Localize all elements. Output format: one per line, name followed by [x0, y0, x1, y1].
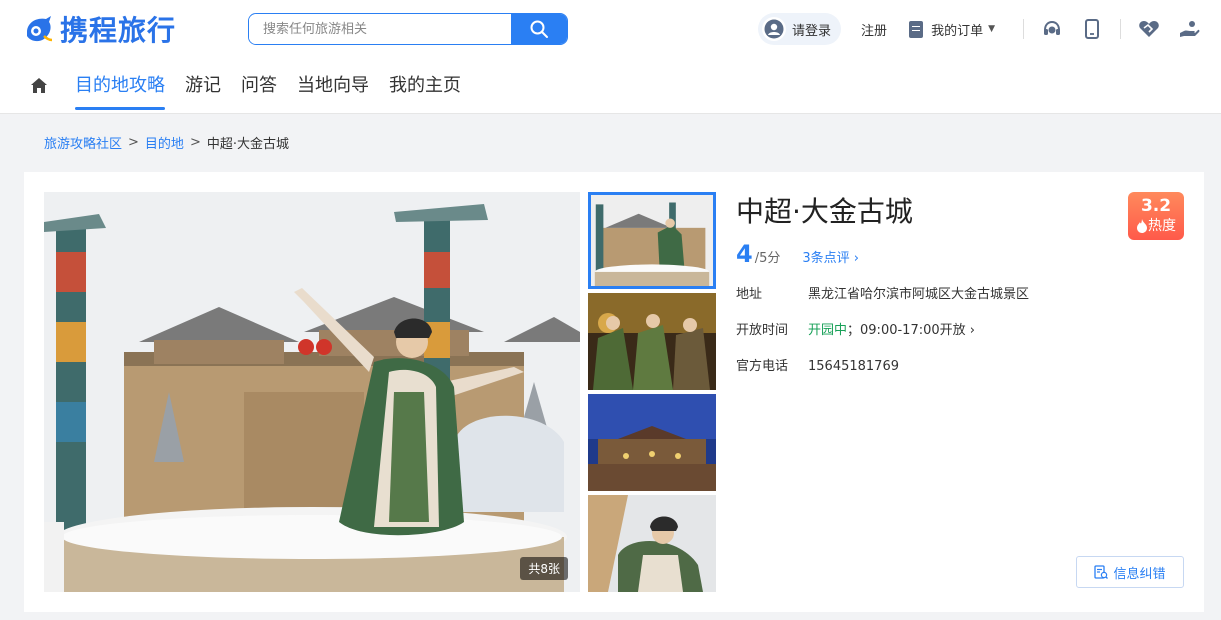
hand-service-icon — [1180, 21, 1200, 37]
poi-info: 中超·大金古城 4 /5分 3条点评 › 地址 黑龙江省哈尔滨市阿城区大金古城景… — [736, 192, 1176, 376]
thumbnail-image — [588, 394, 716, 491]
poi-card: 共8张 中超·大金古城 4 /5分 3条点评 › 地址 黑龙江省哈尔滨市阿城区大… — [24, 172, 1204, 612]
address-value: 黑龙江省哈尔滨市阿城区大金古城景区 — [808, 287, 1030, 302]
hours-value: ；09:00-17:00开放 › — [847, 323, 975, 338]
thumbnail-image — [588, 293, 716, 390]
thumbnail-2[interactable] — [588, 293, 716, 390]
home-icon — [31, 78, 47, 93]
nav-item-local-guides[interactable]: 当地向导 — [297, 64, 369, 110]
address-label: 地址 — [736, 287, 763, 302]
user-avatar-icon — [762, 17, 787, 41]
address-row: 地址 黑龙江省哈尔滨市阿城区大金古城景区 — [736, 286, 1176, 304]
login-label: 请登录 — [792, 23, 832, 39]
mobile-app-button[interactable] — [1072, 13, 1112, 45]
handshake-heart-icon — [1139, 21, 1159, 37]
search-icon — [530, 20, 548, 38]
rating-unit: /5分 — [754, 251, 781, 266]
main-nav: 目的地攻略 游记 问答 当地向导 我的主页 — [30, 64, 481, 110]
site-header: 携程旅行 请登录 注册 我的订单 ▼ — [0, 0, 1221, 114]
my-orders-label: 我的订单 — [931, 23, 984, 39]
thumbnail-3[interactable] — [588, 394, 716, 491]
nav-item-travelogues[interactable]: 游记 — [185, 64, 221, 110]
brand-name: 携程旅行 — [60, 14, 177, 47]
mobile-phone-icon — [1085, 19, 1099, 39]
nav-item-my-homepage[interactable]: 我的主页 — [389, 64, 461, 110]
dancer-in-ancient-city-photo — [44, 192, 580, 592]
login-button[interactable]: 请登录 — [758, 13, 842, 45]
nav-item-destination-guide[interactable]: 目的地攻略 — [75, 64, 165, 110]
home-button[interactable] — [30, 77, 48, 99]
phone-row: 官方电话 15645181769 — [736, 358, 1176, 376]
my-orders-menu[interactable]: 我的订单 ▼ — [909, 20, 995, 39]
hours-row[interactable]: 开放时间 开园中；09:00-17:00开放 › — [736, 322, 1176, 340]
thumbnail-image — [591, 195, 713, 286]
heat-badge: 3.2 热度 — [1128, 192, 1184, 240]
phone-label: 官方电话 — [736, 359, 789, 374]
breadcrumb: 旅游攻略社区 > 目的地 > 中超·大金古城 — [44, 133, 289, 152]
header-actions: 请登录 注册 我的订单 ▼ — [758, 12, 1221, 46]
breadcrumb-link-destination[interactable]: 目的地 — [145, 133, 184, 152]
breadcrumb-link-community[interactable]: 旅游攻略社区 — [44, 133, 122, 152]
breadcrumb-separator: > — [189, 135, 201, 150]
partner-button[interactable] — [1129, 13, 1169, 45]
search-button[interactable] — [511, 14, 567, 44]
report-error-button[interactable]: 信息纠错 — [1076, 556, 1184, 588]
heat-value: 3.2 — [1140, 196, 1172, 216]
hours-label: 开放时间 — [736, 323, 789, 338]
photo-count-badge: 共8张 — [520, 557, 568, 580]
open-status: 开园中 — [808, 323, 848, 338]
headset-icon — [1044, 20, 1060, 35]
main-photo[interactable]: 共8张 — [44, 192, 580, 592]
poi-title: 中超·大金古城 — [736, 195, 913, 228]
customer-service-button[interactable] — [1032, 13, 1072, 45]
report-error-label: 信息纠错 — [1113, 566, 1166, 582]
heat-label: 热度 — [1148, 218, 1176, 234]
breadcrumb-current: 中超·大金古城 — [206, 137, 289, 152]
merchant-button[interactable] — [1169, 13, 1209, 45]
edit-document-icon — [1094, 565, 1109, 579]
divider — [1023, 19, 1024, 39]
search-input[interactable] — [249, 14, 511, 44]
rating-score: 4 — [736, 240, 753, 268]
flame-icon — [1137, 219, 1147, 233]
thumbnail-image — [588, 495, 716, 592]
brand-logo[interactable]: 携程旅行 — [24, 10, 176, 48]
order-document-icon — [909, 20, 924, 38]
caret-down-icon: ▼ — [988, 24, 995, 34]
thumbnail-4[interactable] — [588, 495, 716, 592]
nav-item-qa[interactable]: 问答 — [241, 64, 277, 110]
reviews-link[interactable]: 3条点评 › — [802, 247, 859, 266]
phone-value: 15645181769 — [808, 359, 899, 374]
register-link[interactable]: 注册 — [861, 20, 887, 39]
dolphin-logo-icon — [27, 16, 53, 42]
divider — [1120, 19, 1121, 39]
breadcrumb-separator: > — [128, 135, 139, 150]
search-bar — [248, 13, 568, 45]
rating-row: 4 /5分 3条点评 › — [736, 240, 1176, 268]
thumbnail-1[interactable] — [588, 192, 716, 289]
